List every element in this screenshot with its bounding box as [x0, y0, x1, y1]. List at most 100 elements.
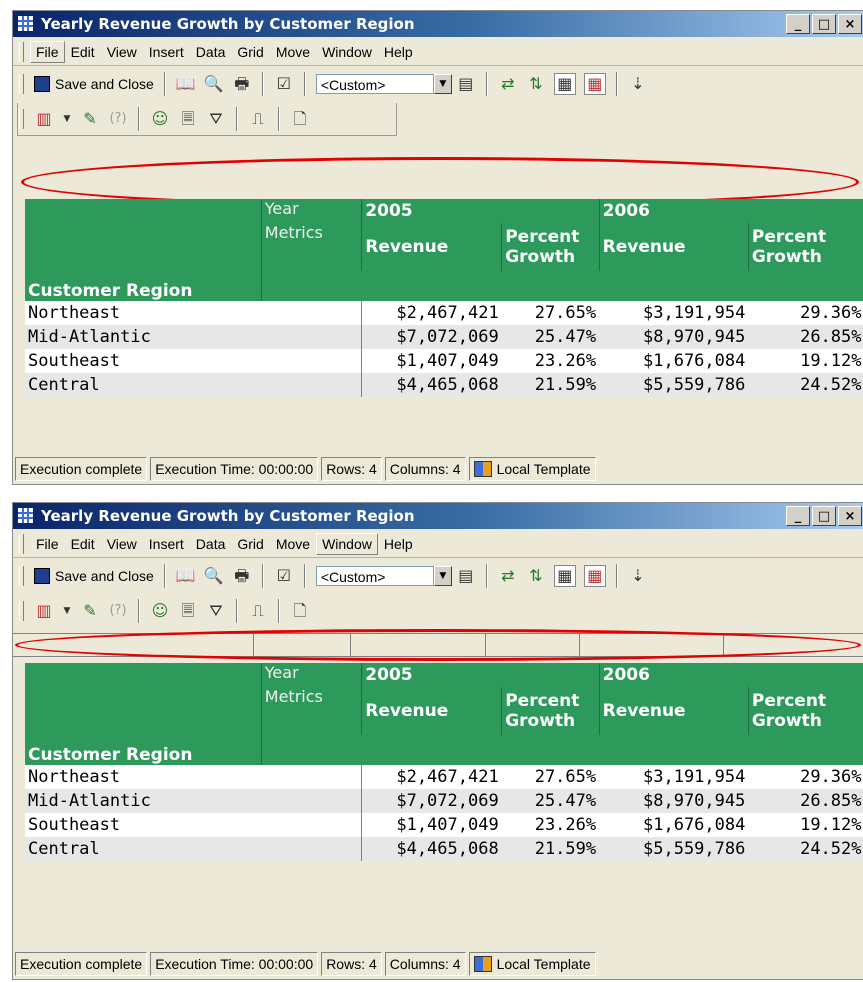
menu-view[interactable]: View — [101, 533, 143, 555]
save-and-close-button[interactable]: Save and Close — [30, 566, 158, 586]
growth-2005-cell[interactable]: 27.65% — [501, 301, 600, 325]
menu-help[interactable]: Help — [378, 41, 419, 63]
open-book-icon[interactable]: 📖 — [176, 74, 196, 94]
revenue-2006-cell[interactable]: $5,559,786 — [599, 373, 749, 397]
menu-edit[interactable]: Edit — [65, 533, 101, 555]
row-header-title[interactable]: Customer Region — [25, 271, 262, 301]
grid-outline-icon[interactable]: ▦ — [583, 565, 606, 587]
toolbar-grip[interactable] — [19, 566, 24, 586]
save-and-close-button[interactable]: Save and Close — [30, 74, 158, 94]
menubar-grip[interactable] — [19, 42, 24, 62]
growth-2006-cell[interactable]: 26.85% — [748, 325, 863, 349]
filter-icon[interactable]: ⛛ — [206, 601, 226, 621]
combo-arrow-icon[interactable]: ▼ — [433, 566, 452, 586]
growth-2005-cell[interactable]: 23.26% — [501, 813, 600, 837]
open-book-icon[interactable]: 📖 — [176, 566, 196, 586]
growth-2006-cell[interactable]: 24.52% — [748, 837, 863, 861]
revenue-2006-cell[interactable]: $1,676,084 — [599, 349, 749, 373]
menu-move[interactable]: Move — [270, 533, 316, 555]
growth-2006-cell[interactable]: 29.36% — [748, 301, 863, 325]
dropdown-arrow-icon[interactable]: ▼ — [62, 601, 72, 621]
year-header-2005[interactable]: 2005 — [361, 663, 600, 687]
template-combo-value[interactable]: <Custom> — [315, 566, 434, 586]
metric-revenue-2005[interactable]: Revenue — [361, 223, 503, 271]
template-combo[interactable]: <Custom> ▼ — [315, 566, 452, 586]
properties-icon[interactable]: ☑ — [274, 74, 294, 94]
revenue-2006-cell[interactable]: $3,191,954 — [599, 765, 749, 789]
revenue-2006-cell[interactable]: $3,191,954 — [599, 301, 749, 325]
toolbar-grip[interactable] — [19, 601, 24, 621]
revenue-2005-cell[interactable]: $7,072,069 — [361, 789, 502, 813]
menu-insert[interactable]: Insert — [143, 41, 190, 63]
region-cell[interactable]: Northeast — [25, 301, 363, 325]
grid-lines-icon[interactable]: ▦ — [553, 73, 576, 95]
menu-grid[interactable]: Grid — [231, 41, 269, 63]
page-icon[interactable]: 🗏 — [178, 601, 198, 621]
column-divider[interactable] — [723, 634, 724, 656]
menu-file[interactable]: File — [30, 533, 65, 555]
printer-icon[interactable]: 🖶 — [232, 566, 252, 586]
toolbar-grip[interactable] — [19, 74, 24, 94]
column-divider[interactable] — [350, 634, 351, 656]
menubar-grip[interactable] — [19, 534, 24, 554]
region-cell[interactable]: Northeast — [25, 765, 363, 789]
revenue-2006-cell[interactable]: $1,676,084 — [599, 813, 749, 837]
growth-2005-cell[interactable]: 25.47% — [501, 325, 600, 349]
properties-icon[interactable]: ☑ — [274, 566, 294, 586]
users-icon[interactable]: ☺ — [150, 601, 170, 621]
growth-2005-cell[interactable]: 23.26% — [501, 349, 600, 373]
pivot-icon[interactable]: ⇄ — [498, 566, 518, 586]
title-bar[interactable]: Yearly Revenue Growth by Customer Region… — [13, 11, 863, 37]
print-preview-icon[interactable]: 🔍 — [204, 566, 224, 586]
menu-grid[interactable]: Grid — [231, 533, 269, 555]
revenue-2005-cell[interactable]: $2,467,421 — [361, 301, 502, 325]
menu-view[interactable]: View — [101, 41, 143, 63]
column-divider[interactable] — [579, 634, 580, 656]
grid-lines-icon[interactable]: ▦ — [553, 565, 576, 587]
pivot-icon[interactable]: ⇄ — [498, 74, 518, 94]
growth-2006-cell[interactable]: 19.12% — [748, 813, 863, 837]
table-report-icon[interactable]: ▤ — [456, 566, 476, 586]
minimize-button[interactable]: _ — [786, 14, 810, 34]
revenue-2005-cell[interactable]: $1,407,049 — [361, 813, 502, 837]
template-combo-value[interactable]: <Custom> — [315, 74, 434, 94]
region-cell[interactable]: Southeast — [25, 813, 363, 837]
revenue-2005-cell[interactable]: $4,465,068 — [361, 837, 502, 861]
growth-2006-cell[interactable]: 24.52% — [748, 373, 863, 397]
menu-help[interactable]: Help — [378, 533, 419, 555]
metric-growth-2005[interactable]: Percent Growth — [501, 687, 600, 735]
revenue-2005-cell[interactable]: $7,072,069 — [361, 325, 502, 349]
sort-ascending-icon[interactable]: ⇣ — [628, 566, 648, 586]
growth-2005-cell[interactable]: 25.47% — [501, 789, 600, 813]
year-header-2006[interactable]: 2006 — [599, 199, 863, 223]
menu-window[interactable]: Window — [316, 533, 378, 555]
page-setup-icon[interactable]: 🗋 — [290, 601, 310, 621]
book-icon[interactable]: ⎍ — [248, 601, 268, 621]
region-cell[interactable]: Central — [25, 373, 363, 397]
growth-2005-cell[interactable]: 27.65% — [501, 765, 600, 789]
sort-ascending-icon[interactable]: ⇣ — [628, 74, 648, 94]
maximize-button[interactable]: □ — [812, 506, 836, 526]
revenue-2005-cell[interactable]: $4,465,068 — [361, 373, 502, 397]
print-preview-icon[interactable]: 🔍 — [204, 74, 224, 94]
menu-insert[interactable]: Insert — [143, 533, 190, 555]
growth-2005-cell[interactable]: 21.59% — [501, 373, 600, 397]
revenue-2006-cell[interactable]: $8,970,945 — [599, 325, 749, 349]
year-header-2006[interactable]: 2006 — [599, 663, 863, 687]
metric-revenue-2006[interactable]: Revenue — [599, 223, 749, 271]
region-cell[interactable]: Southeast — [25, 349, 363, 373]
revenue-2006-cell[interactable]: $8,970,945 — [599, 789, 749, 813]
region-cell[interactable]: Central — [25, 837, 363, 861]
row-header-title[interactable]: Customer Region — [25, 735, 262, 765]
menu-window[interactable]: Window — [316, 41, 378, 63]
revenue-2005-cell[interactable]: $1,407,049 — [361, 349, 502, 373]
title-bar[interactable]: Yearly Revenue Growth by Customer Region… — [13, 503, 863, 529]
swap-icon[interactable]: ⇅ — [526, 74, 546, 94]
metric-revenue-2005[interactable]: Revenue — [361, 687, 503, 735]
menu-data[interactable]: Data — [190, 533, 232, 555]
swap-icon[interactable]: ⇅ — [526, 566, 546, 586]
growth-2005-cell[interactable]: 21.59% — [501, 837, 600, 861]
close-button[interactable]: × — [838, 14, 862, 34]
metric-growth-2005[interactable]: Percent Growth — [501, 223, 600, 271]
growth-2006-cell[interactable]: 19.12% — [748, 349, 863, 373]
